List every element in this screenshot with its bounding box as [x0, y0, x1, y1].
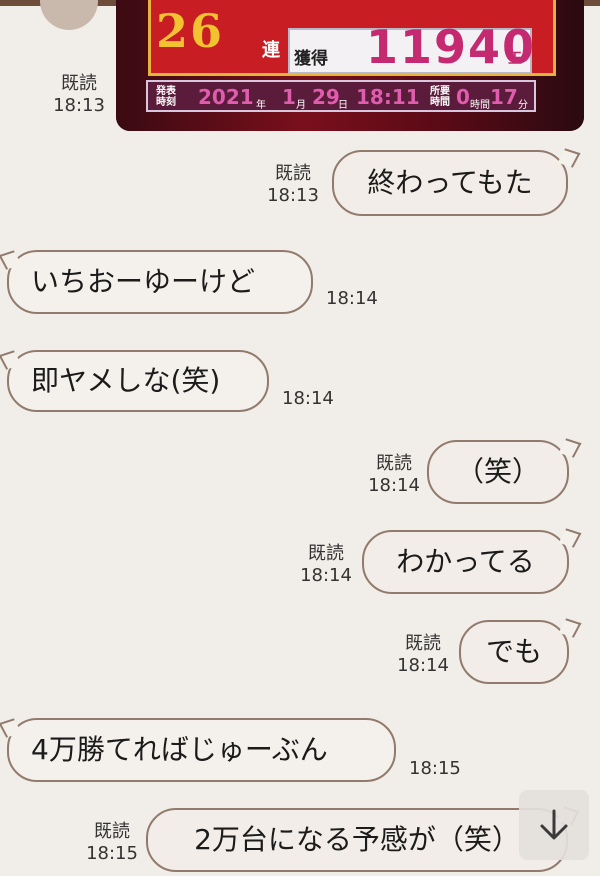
message-bubble[interactable]: 4万勝てればじゅーぶん	[7, 718, 396, 782]
message-time: 18:14	[282, 388, 334, 409]
streak-count: 26	[156, 4, 225, 58]
read-receipt: 既読 18:14	[300, 543, 352, 586]
message-time: 18:15	[409, 758, 461, 779]
read-receipt: 既読 18:13	[267, 163, 319, 206]
message-bubble[interactable]: 即ヤメしな(笑)	[7, 350, 269, 412]
message-bubble[interactable]: でも	[459, 620, 569, 684]
message-text: でも	[485, 635, 542, 668]
read-receipt: 既読 18:15	[86, 821, 138, 864]
arrow-down-icon	[540, 809, 568, 840]
message-bubble[interactable]: （笑）	[427, 440, 569, 504]
message-time: 18:14	[326, 288, 378, 309]
acquired-label: 獲得	[294, 49, 328, 69]
message-text: 終わってもた	[367, 166, 533, 199]
photo-read-receipt: 既読 18:13	[53, 73, 105, 116]
scroll-to-bottom-button[interactable]	[519, 790, 589, 860]
message-bubble[interactable]: わかってる	[362, 530, 569, 594]
streak-unit: 連	[262, 40, 280, 61]
message-text: 即ヤメしな(笑)	[31, 364, 221, 397]
message-bubble[interactable]: 終わってもた	[332, 150, 568, 216]
avatar[interactable]	[40, 0, 98, 30]
photo-message-image[interactable]: 26 連 獲得 11940 玉 発表 時刻 2021 年 1 月 29 日 18…	[116, 0, 584, 131]
read-receipt: 既読 18:14	[368, 453, 420, 496]
message-bubble[interactable]: いちおーゆーけど	[7, 250, 313, 314]
message-text: いちおーゆーけど	[31, 265, 256, 298]
message-text: 2万台になる予感が（笑）	[194, 823, 520, 856]
message-text: 4万勝てればじゅーぶん	[31, 733, 328, 766]
message-text: （笑）	[455, 455, 540, 488]
message-bubble[interactable]: 2万台になる予感が（笑）	[146, 808, 568, 872]
acquired-unit: 玉	[508, 51, 522, 67]
read-receipt: 既読 18:14	[397, 633, 449, 676]
message-text: わかってる	[396, 545, 535, 578]
